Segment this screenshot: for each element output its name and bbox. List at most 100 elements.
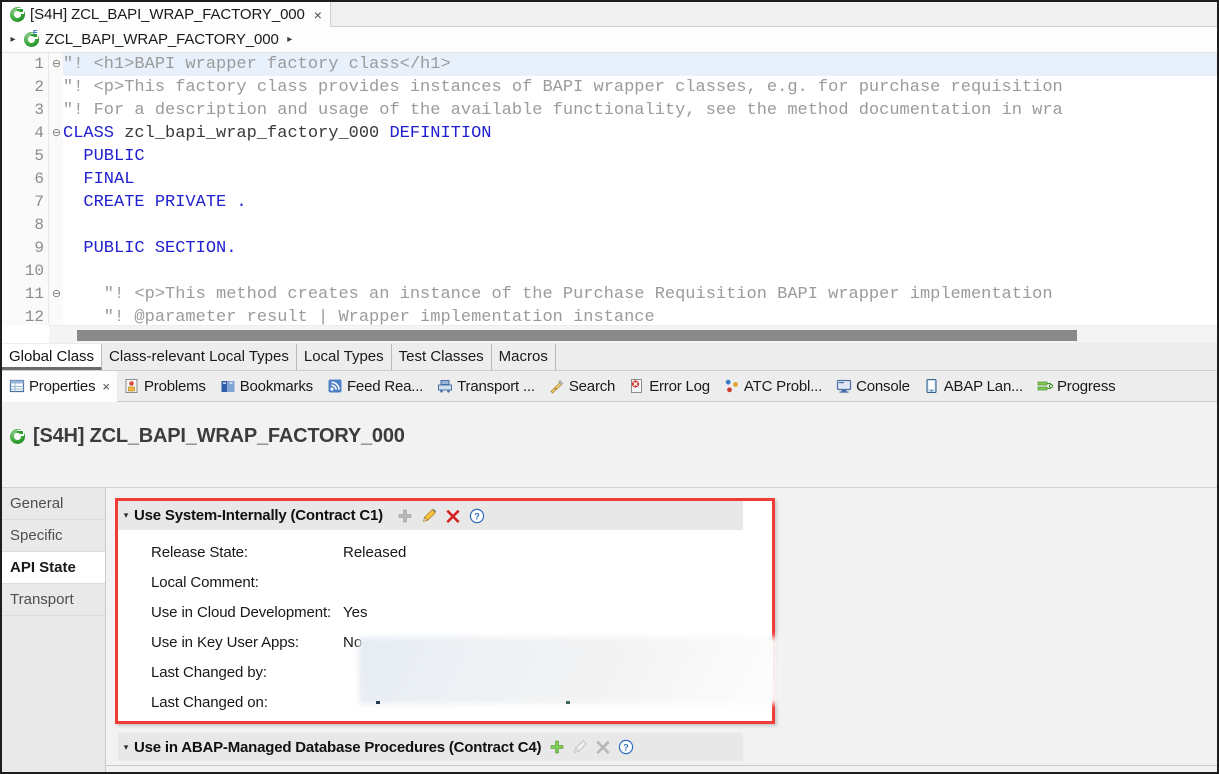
code-line[interactable]: "! <h1>BAPI wrapper factory class</h1> (63, 53, 1217, 76)
code-line[interactable] (63, 214, 1217, 237)
line-number: 6 (34, 170, 44, 188)
line-number-gutter: 1 2 3 4 5 6 7 8 9 10 11 12 (2, 53, 49, 325)
svg-text:?: ? (474, 511, 480, 521)
chevron-right-icon[interactable]: ▸ (8, 34, 18, 45)
code-editor[interactable]: 1 2 3 4 5 6 7 8 9 10 11 12 ⊖ ⊖ ⊖ "! <h1>BAPI wrapper … (2, 53, 1217, 325)
progress-icon (1037, 378, 1053, 394)
view-tab-feed-rea[interactable]: Feed Rea... (320, 371, 430, 402)
close-icon[interactable]: × (314, 8, 322, 22)
delete-icon[interactable] (445, 508, 461, 524)
properties-tab-api-state[interactable]: API State (2, 552, 105, 584)
properties-tab-transport[interactable]: Transport (2, 584, 105, 616)
code-token: CLASS (63, 124, 115, 143)
view-tab-label: ABAP Lan... (943, 377, 1023, 395)
code-line[interactable]: "! For a description and usage of the av… (63, 99, 1217, 122)
line-number: 8 (34, 216, 44, 234)
code-line[interactable]: PUBLIC SECTION. (63, 237, 1217, 260)
bookmarks-icon (220, 378, 236, 394)
code-line[interactable]: "! <p>This factory class provides instan… (63, 76, 1217, 99)
line-number: 1 (34, 55, 44, 73)
line-number: 10 (24, 262, 44, 280)
editor-horizontal-scrollbar[interactable] (49, 325, 1217, 343)
code-line[interactable]: CLASS zcl_bapi_wrap_factory_000 DEFINITI… (63, 122, 1217, 145)
view-tab-properties[interactable]: Properties × (2, 370, 117, 402)
code-token: PUBLIC SECTION. (83, 239, 237, 258)
form-label: Local Comment: (151, 573, 259, 591)
code-line[interactable]: FINAL (63, 168, 1217, 191)
view-tab-problems[interactable]: Problems (117, 371, 213, 402)
code-line[interactable]: CREATE PRIVATE . (63, 191, 1217, 214)
svg-text:?: ? (624, 742, 630, 752)
feed-reader-icon (327, 378, 343, 394)
abap-class-factory-icon: F (24, 30, 39, 47)
line-number: 5 (34, 147, 44, 165)
edit-icon[interactable] (421, 508, 437, 524)
source-tab-class-relevant-local-types[interactable]: Class-relevant Local Types (102, 344, 297, 370)
view-tab-abap-lan[interactable]: ABAP Lan... (917, 371, 1030, 402)
source-tab-macros[interactable]: Macros (492, 344, 556, 370)
view-tab-error-log[interactable]: Error Log (622, 371, 717, 402)
properties-content: ▾ Use System-Internally (Contract C1) ? … (106, 487, 1217, 772)
code-text-area[interactable]: "! <h1>BAPI wrapper factory class</h1> "!… (63, 53, 1217, 325)
section-title-contract-c4: Use in ABAP-Managed Database Procedures … (134, 738, 542, 756)
form-label: Last Changed by: (151, 663, 267, 681)
add-icon[interactable] (397, 508, 413, 524)
add-icon-c4[interactable] (549, 739, 565, 755)
properties-tab-label: Transport (10, 591, 74, 608)
form-label: Use in Cloud Development: (151, 603, 332, 621)
breadcrumb-item-class[interactable]: ZCL_BAPI_WRAP_FACTORY_000 (45, 31, 279, 48)
section-header-contract-c1[interactable]: ▾ Use System-Internally (Contract C1) ? (118, 501, 743, 530)
form-label: Last Changed on: (151, 693, 268, 711)
abap-class-icon-2 (10, 428, 25, 444)
code-line[interactable]: PUBLIC (63, 145, 1217, 168)
properties-tab-label: Specific (10, 527, 63, 544)
fold-toggle-icon[interactable]: ⊖ (51, 283, 62, 306)
caret-down-icon-c4[interactable]: ▾ (118, 742, 134, 753)
view-tab-label: ATC Probl... (743, 377, 823, 395)
scrollbar-thumb[interactable] (77, 330, 1077, 341)
view-tab-bookmarks[interactable]: Bookmarks (213, 371, 320, 402)
code-token: CREATE PRIVATE . (83, 193, 247, 212)
transport-icon (437, 378, 453, 394)
code-line[interactable]: "! <p>This method creates an instance of… (63, 283, 1217, 306)
folding-gutter[interactable]: ⊖ ⊖ ⊖ (49, 53, 63, 325)
source-tab-local-types[interactable]: Local Types (297, 344, 392, 370)
source-tab-global-class[interactable]: Global Class (2, 344, 103, 370)
code-line[interactable] (63, 260, 1217, 283)
editor-tab-title: [S4H] ZCL_BAPI_WRAP_FACTORY_000 (30, 6, 305, 23)
view-tab-progress[interactable]: Progress (1030, 371, 1122, 402)
view-tab-transport[interactable]: Transport ... (430, 371, 542, 402)
properties-side-tabs: General Specific API State Transport (2, 487, 106, 772)
fold-toggle-icon[interactable]: ⊖ (51, 122, 62, 145)
redacted-value-blur (359, 637, 778, 704)
divider (106, 765, 1217, 766)
form-value: Yes (343, 603, 368, 621)
help-icon[interactable]: ? (469, 508, 485, 524)
form-value: Released (343, 543, 407, 561)
source-tab-test-classes[interactable]: Test Classes (392, 344, 492, 370)
section-header-contract-c4[interactable]: ▾ Use in ABAP-Managed Database Procedure… (118, 733, 743, 761)
page-title: [S4H] ZCL_BAPI_WRAP_FACTORY_000 (33, 424, 405, 447)
code-token: zcl_bapi_wrap_factory_000 (114, 124, 390, 143)
view-tab-label: Bookmarks (239, 377, 313, 395)
editor-tab-zcl-bapi-wrap-factory-000[interactable]: [S4H] ZCL_BAPI_WRAP_FACTORY_000 × (2, 2, 331, 27)
close-icon[interactable]: × (102, 379, 110, 394)
delete-icon-c4 (595, 739, 611, 755)
chevron-right-icon-2[interactable]: ▸ (285, 34, 295, 45)
help-icon-c4[interactable]: ? (618, 739, 634, 755)
caret-down-icon[interactable]: ▾ (118, 510, 134, 521)
source-tab-label: Local Types (303, 348, 384, 365)
view-tab-console[interactable]: Console (829, 371, 917, 402)
code-line[interactable]: "! @parameter result | Wrapper implement… (63, 306, 1217, 325)
view-tab-search[interactable]: Search (542, 371, 622, 402)
properties-tab-general[interactable]: General (2, 488, 105, 520)
section-title-contract-c1: Use System-Internally (Contract C1) (134, 507, 383, 524)
view-tab-atc-probl[interactable]: ATC Probl... (717, 371, 829, 402)
edit-icon-c4 (572, 739, 588, 755)
highlight-annotation-box: ▾ Use System-Internally (Contract C1) ? … (115, 498, 778, 724)
fold-toggle-icon[interactable]: ⊖ (51, 53, 62, 76)
redaction-artifact (376, 701, 380, 704)
properties-tab-specific[interactable]: Specific (2, 520, 105, 552)
